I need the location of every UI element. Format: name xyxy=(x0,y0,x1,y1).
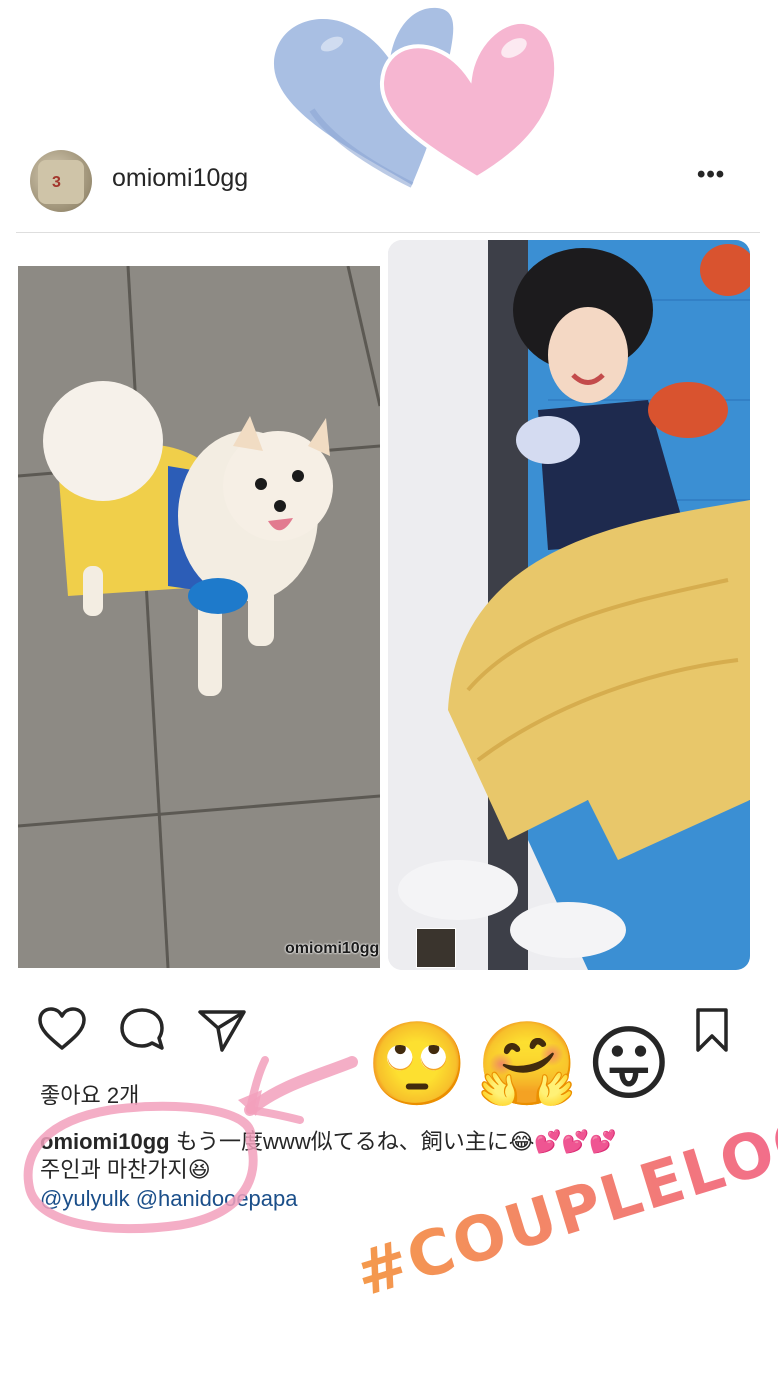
heart-outline-icon[interactable] xyxy=(36,1004,88,1056)
watermark-avatar xyxy=(416,928,456,968)
hashtag-text: #COUPLELOOK xyxy=(347,1083,778,1311)
hashtag-sticker: #COUPLELOOK xyxy=(347,1083,778,1311)
caption-text-1: もう一度www似てるね、飼い主に😂💕💕💕 xyxy=(175,1129,617,1154)
caption-username[interactable]: omiomi10gg xyxy=(40,1129,170,1154)
avatar[interactable]: 3 xyxy=(30,150,92,212)
eye-roll-emoji-sticker: 🙄 xyxy=(366,1017,469,1112)
comment-bubble-icon[interactable] xyxy=(116,1004,168,1056)
paper-plane-icon[interactable] xyxy=(196,1004,248,1056)
tongue-emoji-sticker: 😛 xyxy=(586,1017,672,1112)
header-divider xyxy=(16,232,760,233)
caption-line-2: 주인과 마찬가지😆 xyxy=(40,1157,211,1182)
hugging-emoji-sticker: 🤗 xyxy=(476,1017,579,1112)
woman-photo xyxy=(388,240,750,970)
more-options-icon[interactable]: ••• xyxy=(697,163,725,187)
caption-mentions[interactable]: @yulyulk @hanidooepapa xyxy=(40,1186,298,1212)
bookmark-icon[interactable] xyxy=(690,1006,734,1054)
dog-photo xyxy=(18,266,380,968)
post-username[interactable]: omiomi10gg xyxy=(112,164,248,193)
hearts-sticker xyxy=(273,7,559,188)
photo-watermark: omiomi10gg xyxy=(285,940,380,957)
likes-count[interactable]: 좋아요 2개 xyxy=(40,1078,139,1110)
